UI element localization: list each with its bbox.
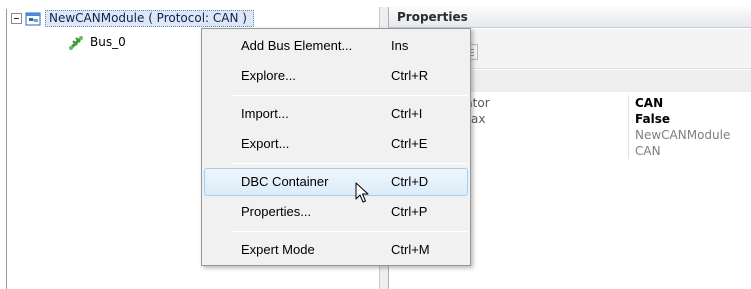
bus-icon: [68, 35, 84, 50]
tree-child-label: Bus_0: [90, 35, 126, 49]
collapse-toggle[interactable]: [11, 13, 22, 24]
menu-item-properties[interactable]: Properties... Ctrl+P: [204, 198, 468, 226]
tree-root-label: NewCANModule ( Protocol: CAN ): [45, 10, 254, 27]
property-name: [453, 143, 629, 159]
menu-item-expert-mode[interactable]: Expert Mode Ctrl+M: [204, 236, 468, 264]
menu-item-add-bus-element[interactable]: Add Bus Element... Ins: [204, 32, 468, 60]
tree-node-bus[interactable]: Bus_0: [67, 34, 126, 51]
menu-item-export[interactable]: Export... Ctrl+E: [204, 130, 468, 158]
properties-title: Properties: [389, 7, 751, 28]
menu-separator: [232, 231, 468, 232]
property-value[interactable]: CAN: [635, 95, 663, 111]
property-name: erator: [453, 95, 629, 111]
menu-item-dbc-container[interactable]: DBC Container Ctrl+D: [204, 168, 468, 196]
mouse-pointer-icon: [355, 182, 369, 203]
application-window: NewCANModule ( Protocol: CAN ) Bus_0 Pro…: [0, 0, 751, 289]
property-name: nMax: [453, 111, 629, 127]
property-name: [453, 127, 629, 143]
menu-item-import[interactable]: Import... Ctrl+I: [204, 100, 468, 128]
menu-separator: [232, 163, 468, 164]
menu-separator: [232, 95, 468, 96]
menu-item-explore[interactable]: Explore... Ctrl+R: [204, 62, 468, 90]
property-value[interactable]: NewCANModule: [635, 127, 730, 143]
module-icon: [25, 12, 41, 25]
property-value[interactable]: CAN: [635, 143, 661, 159]
tree-node-root[interactable]: NewCANModule ( Protocol: CAN ): [11, 10, 254, 27]
context-menu: Add Bus Element... Ins Explore... Ctrl+R…: [201, 28, 471, 266]
property-value[interactable]: False: [635, 111, 670, 127]
